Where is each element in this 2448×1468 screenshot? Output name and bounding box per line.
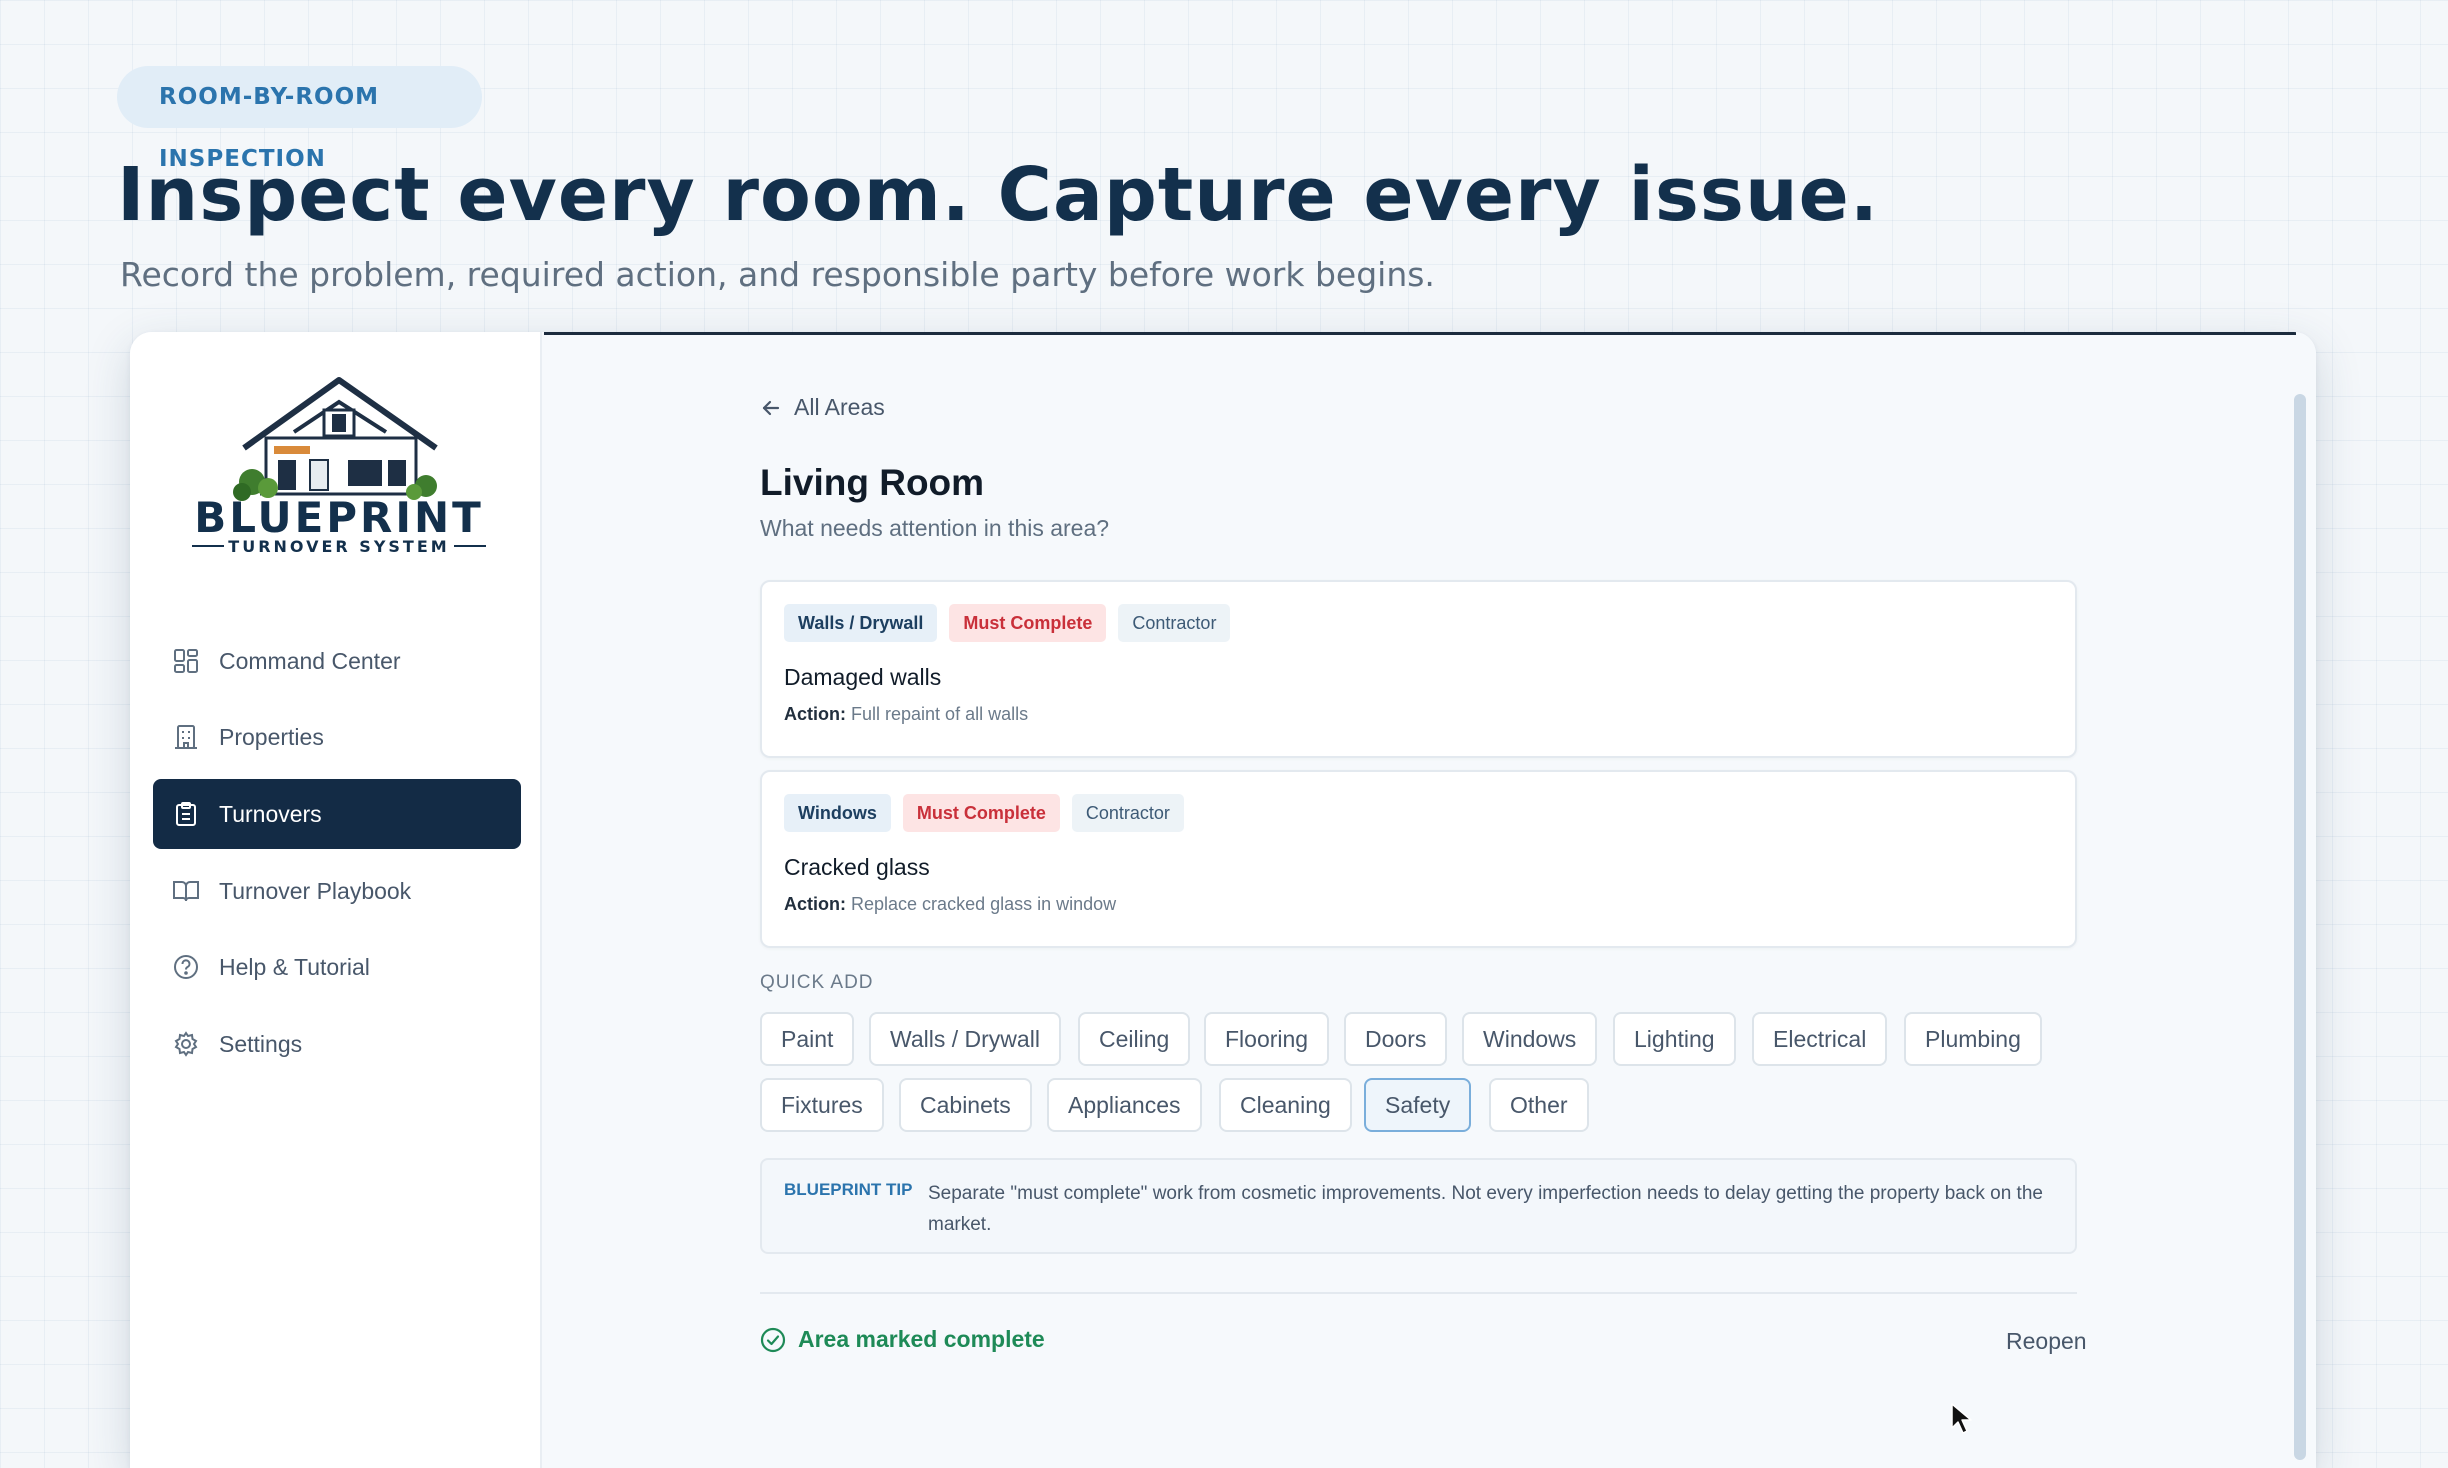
check-circle-icon — [760, 1327, 786, 1352]
book-icon — [171, 876, 201, 906]
sidebar-item-turnovers[interactable]: Turnovers — [153, 779, 521, 849]
quick-add-lighting[interactable]: Lighting — [1613, 1012, 1736, 1066]
quick-add-safety[interactable]: Safety — [1364, 1078, 1472, 1132]
action-label: Action: — [784, 894, 846, 914]
top-border — [544, 332, 2296, 335]
status-label: Area marked complete — [798, 1326, 1045, 1352]
sidebar-item-label: Properties — [219, 723, 324, 750]
section-pill: ROOM-BY-ROOM INSPECTION — [117, 66, 482, 172]
quick-add-paint[interactable]: Paint — [760, 1012, 855, 1066]
sidebar-item-properties[interactable]: Properties — [153, 702, 521, 772]
issue-title: Damaged walls — [784, 664, 942, 690]
arrow-left-icon — [762, 400, 780, 415]
sidebar-item-label: Turnover Playbook — [219, 877, 412, 904]
mouse-cursor-icon — [1951, 1403, 1972, 1434]
action-text: Replace cracked glass in window — [851, 894, 1117, 914]
issue-card[interactable]: Windows Must Complete Contractor Cracked… — [760, 770, 2077, 948]
priority-tag: Must Complete — [902, 794, 1060, 832]
quick-add-label: QUICK ADD — [760, 972, 874, 993]
sidebar: BLUEPRINT TURNOVER SYSTEM Command Center… — [130, 332, 542, 1468]
clipboard-icon — [171, 799, 201, 829]
issue-card[interactable]: Walls / Drywall Must Complete Contractor… — [760, 580, 2077, 758]
quick-add-fixtures[interactable]: Fixtures — [760, 1078, 884, 1132]
category-tag: Walls / Drywall — [784, 604, 938, 642]
area-complete-status: Area marked complete — [760, 1326, 1045, 1353]
quick-add-plumbing[interactable]: Plumbing — [1904, 1012, 2042, 1066]
quick-add-electrical[interactable]: Electrical — [1752, 1012, 1888, 1066]
action-text: Full repaint of all walls — [851, 704, 1029, 724]
room-subtitle: What needs attention in this area? — [760, 515, 1110, 541]
issue-action: Action: Full repaint of all walls — [784, 704, 1028, 725]
sidebar-item-label: Settings — [219, 1030, 303, 1057]
quick-add-cleaning[interactable]: Cleaning — [1219, 1078, 1352, 1132]
divider — [760, 1292, 2077, 1294]
issue-action: Action: Replace cracked glass in window — [784, 894, 1116, 915]
quick-add-walls-drywall[interactable]: Walls / Drywall — [869, 1012, 1061, 1066]
party-tag: Contractor — [1118, 604, 1231, 642]
sidebar-item-label: Command Center — [219, 647, 401, 674]
sidebar-item-label: Help & Tutorial — [219, 953, 370, 980]
app-window: BLUEPRINT TURNOVER SYSTEM Command Center… — [130, 332, 2316, 1468]
blueprint-logo: BLUEPRINT TURNOVER SYSTEM — [192, 377, 486, 556]
main-content: All Areas Living Room What needs attenti… — [542, 332, 2316, 1468]
page-headline: Inspect every room. Capture every issue. — [117, 152, 1879, 238]
quick-add-appliances[interactable]: Appliances — [1047, 1078, 1202, 1132]
priority-tag: Must Complete — [949, 604, 1107, 642]
scrollbar[interactable] — [2294, 394, 2306, 1460]
sidebar-item-command-center[interactable]: Command Center — [153, 626, 521, 696]
brand-tagline: TURNOVER SYSTEM — [228, 537, 449, 556]
back-link-label: All Areas — [794, 394, 885, 420]
quick-add-ceiling[interactable]: Ceiling — [1078, 1012, 1191, 1066]
sidebar-item-settings[interactable]: Settings — [153, 1009, 521, 1079]
grid-icon — [171, 646, 201, 676]
quick-add-flooring[interactable]: Flooring — [1204, 1012, 1330, 1066]
action-label: Action: — [784, 704, 846, 724]
brand-name: BLUEPRINT — [194, 493, 484, 542]
quick-add-other[interactable]: Other — [1489, 1078, 1589, 1132]
quick-add-cabinets[interactable]: Cabinets — [899, 1078, 1032, 1132]
blueprint-tip: BLUEPRINT TIP Separate "must complete" w… — [760, 1158, 2077, 1254]
category-tag: Windows — [784, 794, 891, 832]
sidebar-item-help-tutorial[interactable]: Help & Tutorial — [153, 932, 521, 1002]
quick-add-doors[interactable]: Doors — [1344, 1012, 1448, 1066]
page-subhead: Record the problem, required action, and… — [120, 255, 1435, 294]
help-icon — [171, 952, 201, 982]
issue-tags: Windows Must Complete Contractor — [784, 794, 1184, 832]
tip-text: Separate "must complete" work from cosme… — [928, 1183, 2043, 1235]
issue-title: Cracked glass — [784, 854, 930, 880]
tip-label: BLUEPRINT TIP — [784, 1180, 913, 1199]
reopen-button[interactable]: Reopen — [2006, 1328, 2087, 1355]
party-tag: Contractor — [1071, 794, 1184, 832]
sidebar-item-turnover-playbook[interactable]: Turnover Playbook — [153, 856, 521, 926]
sidebar-item-label: Turnovers — [219, 800, 322, 827]
gear-icon — [171, 1029, 201, 1059]
back-link-all-areas[interactable]: All Areas — [760, 394, 885, 421]
room-title: Living Room — [760, 462, 985, 503]
issue-tags: Walls / Drywall Must Complete Contractor — [784, 604, 1231, 642]
building-icon — [171, 722, 201, 752]
quick-add-windows[interactable]: Windows — [1462, 1012, 1598, 1066]
